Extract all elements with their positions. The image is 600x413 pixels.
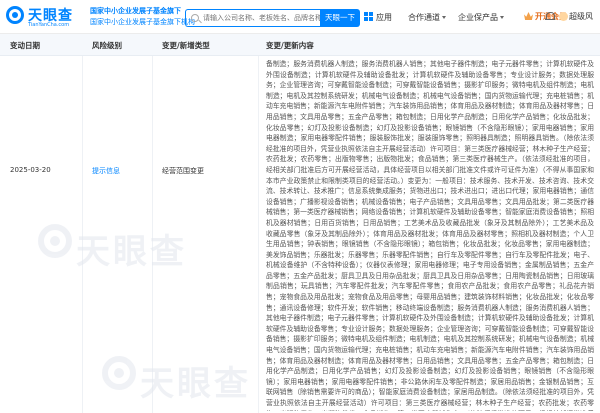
column-divider [258,56,259,413]
column-divider [82,56,83,413]
column-header-content: 变更/更新内容 [266,41,314,50]
nav-enterprise-products[interactable]: 企业保产品 [458,12,504,23]
slogan: 国家中小企业发展子基金旗下 国家中小企业发展子基金旗下机构 [90,6,195,28]
nav-apps[interactable]: 应用 [376,12,392,23]
nav-apps-label: 应用 [376,13,392,22]
nav-cooperation-label: 合作通道 [408,13,440,22]
search-icon [191,14,199,22]
change-type: 经营范围变更 [162,167,204,175]
logo-subtitle: TianYanCha.com [28,22,70,28]
chevron-down-icon [500,16,504,19]
table-row: 天眼查 天眼查 2025-03-20 提示信息 经营范围变更 备制造；服务消费机… [0,56,600,413]
column-header-type: 变更/新增类型 [162,41,210,50]
crown-icon [524,12,533,20]
watermark-eye-icon [102,356,136,390]
column-header-date: 变动日期 [10,41,40,50]
nav-enterprise-products-label: 企业保产品 [458,13,498,22]
change-date: 2025-03-20 [10,166,51,174]
watermark-eye-icon [38,224,72,258]
risk-level-link[interactable]: 提示信息 [92,166,120,176]
user-menu[interactable]: 超级风 [559,11,593,22]
column-header-risk: 风险级别 [92,41,122,50]
table-header: 变动日期 风险级别 变更/新增类型 变更/更新内容 [0,34,600,56]
nav-cooperation[interactable]: 合作通道 [408,12,446,23]
watermark: 天眼查 [76,232,187,272]
slogan-line-2: 国家中小企业发展子基金旗下机构 [90,18,195,26]
user-name: 超级风 [569,12,593,21]
chevron-down-icon [442,16,446,19]
change-content: 备制造；服务消费机器人制造；服务消费机器人销售；其他电子器件制造；电子元器件零售… [266,60,594,411]
watermark: 天眼查 [140,364,251,404]
avatar [559,12,568,21]
tianyancha-logo[interactable]: 天眼查 TianYanCha.com [6,4,84,30]
logo-eye-icon [6,6,24,24]
search-button[interactable]: 天眼一下 [320,9,360,27]
slogan-line-1: 国家中小企业发展子基金旗下 [90,7,181,15]
apps-grid-icon [364,12,373,21]
top-navigation-bar: 天眼查 TianYanCha.com 国家中小企业发展子基金旗下 国家中小企业发… [0,0,600,34]
column-divider [152,56,153,413]
bell-icon[interactable] [545,12,555,22]
